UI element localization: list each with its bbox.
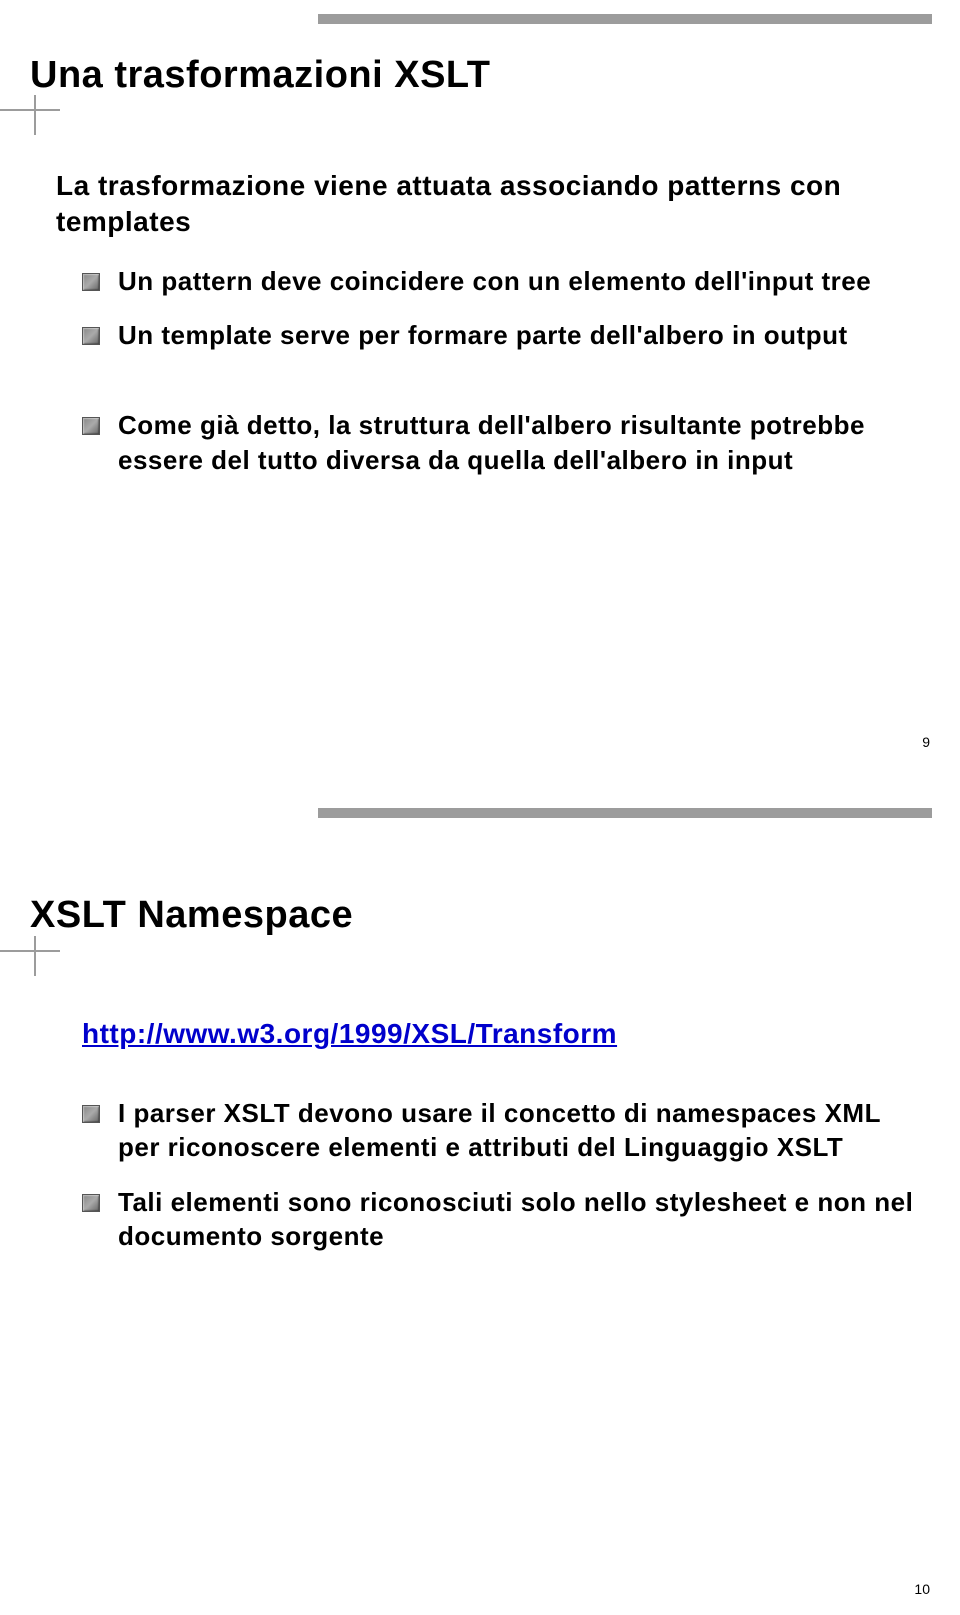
bullet-group: I parser XSLT devono usare il concetto d…	[82, 1096, 920, 1253]
title-ornament	[0, 936, 60, 976]
bullet-group-2: Come già detto, la struttura dell'albero…	[82, 408, 920, 477]
content-area: http://www.w3.org/1999/XSL/Transform I p…	[56, 1018, 920, 1273]
slide-title: XSLT Namespace	[30, 894, 353, 937]
page-number: 10	[914, 1581, 930, 1597]
list-item: Come già detto, la struttura dell'albero…	[82, 408, 920, 477]
divider-top	[318, 808, 932, 818]
list-item: Un template serve per formare parte dell…	[82, 318, 920, 352]
title-ornament	[0, 95, 60, 135]
subtitle: La trasformazione viene attuata associan…	[56, 168, 920, 240]
title-area: Una trasformazioni XSLT	[30, 54, 491, 97]
title-area: XSLT Namespace	[30, 894, 353, 937]
divider-top	[318, 14, 932, 24]
list-item: I parser XSLT devono usare il concetto d…	[82, 1096, 920, 1165]
slide-1: Una trasformazioni XSLT La trasformazion…	[0, 0, 960, 790]
content-area: La trasformazione viene attuata associan…	[56, 168, 920, 497]
page-number: 9	[922, 734, 930, 750]
namespace-link[interactable]: http://www.w3.org/1999/XSL/Transform	[82, 1018, 920, 1050]
slide-2: XSLT Namespace http://www.w3.org/1999/XS…	[0, 790, 960, 1615]
list-item: Un pattern deve coincidere con un elemen…	[82, 264, 920, 298]
bullet-group-1: Un pattern deve coincidere con un elemen…	[82, 264, 920, 353]
list-item: Tali elementi sono riconosciuti solo nel…	[82, 1185, 920, 1254]
slide-title: Una trasformazioni XSLT	[30, 54, 491, 97]
